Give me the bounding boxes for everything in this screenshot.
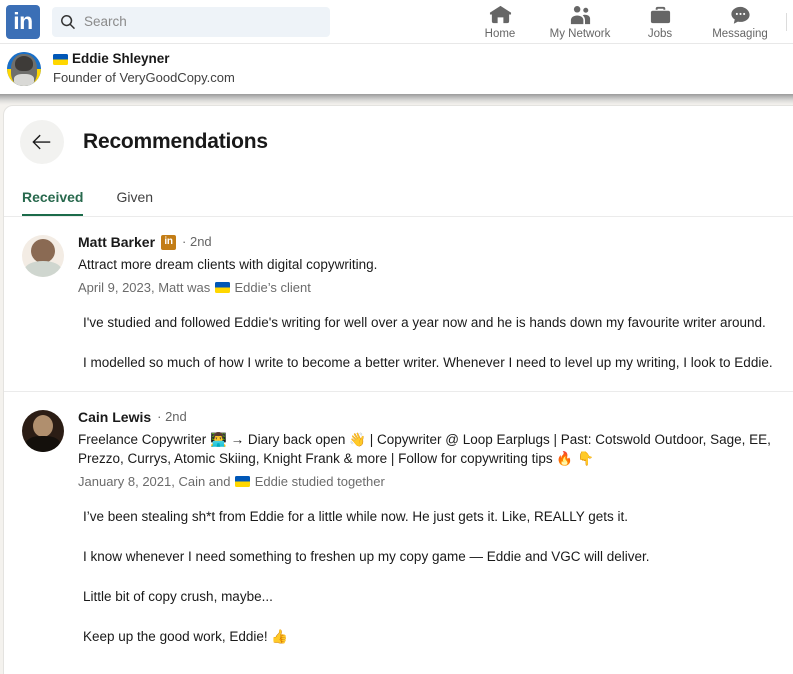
- profile-name-row: Eddie Shleyner: [53, 51, 235, 68]
- search-box[interactable]: [52, 6, 330, 37]
- nav-label-messaging: Messaging: [712, 27, 768, 40]
- my-network-icon: [570, 5, 590, 24]
- search-input[interactable]: [84, 14, 322, 29]
- jobs-icon: [650, 6, 670, 23]
- tab-given[interactable]: Given: [116, 181, 153, 216]
- connection-degree: · 2nd: [157, 409, 187, 424]
- profile-strip[interactable]: Eddie Shleyner Founder of VeryGoodCopy.c…: [0, 44, 793, 94]
- nav-label-my-network: My Network: [549, 27, 611, 40]
- nav-overflow-divider: [780, 0, 793, 44]
- nav-label-home: Home: [484, 27, 516, 40]
- avatar[interactable]: [7, 52, 41, 86]
- arrow-left-icon: [32, 134, 51, 150]
- recommendation-paragraph: I modelled so much of how I write to bec…: [83, 355, 773, 370]
- page-title: Recommendations: [83, 130, 268, 153]
- recommender-name-row: Cain Lewis · 2nd: [78, 408, 793, 426]
- recommender-name-row: Matt Barker in · 2nd: [78, 233, 793, 251]
- search-icon: [61, 14, 75, 29]
- relationship-prefix: April 9, 2023, Matt was: [78, 280, 214, 295]
- nav-item-my-network[interactable]: My Network: [540, 0, 620, 44]
- recommender-headline: Freelance Copywriter 👨‍💻 → Diary back op…: [78, 432, 771, 466]
- messaging-icon: [730, 6, 750, 24]
- ukraine-flag-icon: [235, 476, 251, 487]
- recommendation-relationship: April 9, 2023, Matt was Eddie’s client: [78, 279, 793, 297]
- nav-label-jobs: Jobs: [647, 27, 673, 40]
- relationship-suffix: Eddie studied together: [251, 474, 385, 489]
- recommender-headline: Attract more dream clients with digital …: [78, 257, 378, 272]
- profile-name: Eddie Shleyner: [72, 51, 170, 67]
- global-nav-bar: in Home My Network: [0, 0, 793, 44]
- section-separator: [0, 94, 793, 105]
- tab-bar: Received Given: [4, 181, 793, 217]
- recommendation-relationship: January 8, 2021, Cain and Eddie studied …: [78, 473, 793, 491]
- recommendation-paragraph: I’ve been stealing sh*t from Eddie for a…: [83, 509, 629, 524]
- relationship-prefix: January 8, 2021, Cain and: [78, 474, 235, 489]
- card-header: Recommendations: [4, 106, 793, 164]
- nav-item-jobs[interactable]: Jobs: [620, 0, 700, 44]
- linkedin-logo-text: in: [13, 8, 33, 34]
- profile-text: Eddie Shleyner Founder of VeryGoodCopy.c…: [53, 51, 235, 86]
- recommendation-body: I’ve been stealing sh*t from Eddie for a…: [22, 507, 793, 647]
- recommender-avatar[interactable]: [22, 235, 64, 277]
- recommender-meta: Cain Lewis · 2nd Freelance Copywriter 👨‍…: [78, 408, 793, 491]
- recommender-name[interactable]: Matt Barker: [78, 233, 155, 251]
- nav-item-home[interactable]: Home: [460, 0, 540, 44]
- ukraine-flag-icon: [214, 282, 230, 293]
- recommendation-paragraph: I've studied and followed Eddie's writin…: [83, 315, 766, 330]
- profile-headline: Founder of VeryGoodCopy.com: [53, 70, 235, 86]
- recommendation-body: I've studied and followed Eddie's writin…: [22, 313, 793, 373]
- tab-received[interactable]: Received: [22, 181, 84, 216]
- recommendation-paragraph: Little bit of copy crush, maybe...: [83, 589, 273, 604]
- nav-item-messaging[interactable]: Messaging: [700, 0, 780, 44]
- recommendation-paragraph: I know whenever I need something to fres…: [83, 549, 650, 564]
- avatar-photo: [11, 54, 37, 86]
- nav-items: Home My Network Jobs Messaging: [460, 0, 793, 44]
- recommender-meta: Matt Barker in · 2nd Attract more dream …: [78, 233, 793, 297]
- recommendation-header: Cain Lewis · 2nd Freelance Copywriter 👨‍…: [22, 408, 793, 491]
- linkedin-premium-badge-icon: in: [161, 234, 177, 250]
- recommendation-list: Matt Barker in · 2nd Attract more dream …: [4, 217, 793, 665]
- recommendation-header: Matt Barker in · 2nd Attract more dream …: [22, 233, 793, 297]
- recommendation-paragraph: Keep up the good work, Eddie! 👍: [83, 629, 289, 644]
- page-content: Recommendations Received Given Matt Bark…: [0, 105, 793, 674]
- linkedin-logo-icon[interactable]: in: [6, 4, 40, 39]
- recommender-avatar[interactable]: [22, 410, 64, 452]
- recommendation-item: Cain Lewis · 2nd Freelance Copywriter 👨‍…: [4, 391, 793, 665]
- recommendation-item: Matt Barker in · 2nd Attract more dream …: [4, 217, 793, 391]
- recommender-name[interactable]: Cain Lewis: [78, 408, 151, 426]
- relationship-suffix: Eddie’s client: [230, 280, 311, 295]
- home-icon: [489, 5, 511, 23]
- back-button[interactable]: [20, 120, 64, 164]
- connection-degree: · 2nd: [182, 234, 212, 249]
- ukraine-flag-icon: [53, 54, 68, 66]
- recommendations-card: Recommendations Received Given Matt Bark…: [3, 105, 793, 674]
